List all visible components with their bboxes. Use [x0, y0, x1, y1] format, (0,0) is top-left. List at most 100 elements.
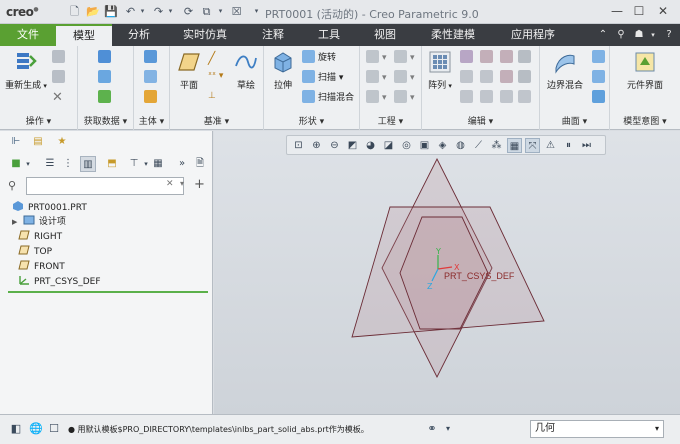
- fill-button[interactable]: [592, 50, 608, 66]
- windows-icon[interactable]: ⧉: [200, 5, 213, 18]
- tree-item-csys[interactable]: PRT_CSYS_DEF: [18, 275, 101, 289]
- search-icon[interactable]: ⚲: [614, 28, 628, 42]
- extend-button[interactable]: [480, 50, 496, 66]
- shrinkwrap-button[interactable]: [98, 90, 114, 106]
- maximize-icon[interactable]: ☐: [630, 3, 648, 19]
- tree-view-icon[interactable]: ▥: [80, 156, 96, 172]
- minimize-icon[interactable]: —: [608, 3, 626, 19]
- open-folder-icon[interactable]: 📂: [86, 5, 100, 18]
- regenerate-button[interactable]: 重新生成 ▾: [4, 50, 48, 91]
- help-hat-icon[interactable]: ☗: [632, 28, 646, 42]
- delete-button[interactable]: ✕: [52, 90, 63, 106]
- body-option-button[interactable]: [144, 90, 160, 106]
- intersect-button[interactable]: [500, 50, 516, 66]
- tab-file[interactable]: 文件: [0, 24, 56, 46]
- project-button[interactable]: [460, 90, 476, 106]
- copy-geometry-button[interactable]: [98, 70, 114, 86]
- offset-button[interactable]: [500, 70, 516, 86]
- split-button[interactable]: [518, 90, 534, 106]
- tab-applications[interactable]: 应用程序: [498, 24, 568, 46]
- close-icon[interactable]: ✕: [654, 3, 672, 19]
- tree-item-front[interactable]: FRONT: [18, 260, 65, 274]
- graphics-window[interactable]: ⊡ ⊕ ⊖ ◩ ◕ ◪ ◎ ▣ ◈ ◍ ⟋ ⁂ ▦ ⤧ ⚠ ⏸ ⏭ Y X Z …: [214, 131, 680, 414]
- hole-button[interactable]: ▾: [366, 50, 387, 66]
- expand-icon[interactable]: ▶: [12, 215, 20, 229]
- tab-tools[interactable]: 工具: [306, 24, 352, 46]
- clear-filter-icon[interactable]: ✕: [166, 179, 174, 189]
- tree-layout-icon[interactable]: ☰: [42, 156, 58, 172]
- tree-item-design-items[interactable]: ▶ 设计项: [12, 215, 66, 229]
- tree-item-right[interactable]: RIGHT: [18, 230, 62, 244]
- chamfer-button[interactable]: ▾: [366, 90, 387, 106]
- show-browser-icon[interactable]: 🌐: [28, 421, 44, 437]
- sweep-button[interactable]: 扫描 ▾: [302, 70, 343, 86]
- user-defined-feature-button[interactable]: [98, 50, 114, 66]
- solidify-button[interactable]: [518, 70, 534, 86]
- add-filter-icon[interactable]: +: [194, 177, 205, 192]
- folder-browser-tab-icon[interactable]: ▤: [30, 134, 46, 150]
- tab-model[interactable]: 模型: [56, 24, 112, 46]
- more-icon[interactable]: »: [174, 156, 190, 172]
- split-body-button[interactable]: [144, 70, 160, 86]
- pattern-button[interactable]: 阵列 ▾: [424, 50, 456, 91]
- undo-dropdown-icon[interactable]: ▾: [136, 5, 149, 18]
- tab-flexible-modeling[interactable]: 柔性建模: [418, 24, 488, 46]
- new-file-icon[interactable]: 🗋: [68, 5, 81, 18]
- full-screen-icon[interactable]: ☐: [46, 421, 62, 437]
- tree-settings-icon[interactable]: ▦: [150, 156, 166, 172]
- wrap-button[interactable]: [480, 90, 496, 106]
- component-interface-button[interactable]: 元件界面: [614, 50, 676, 91]
- revolve-button[interactable]: 旋转: [302, 50, 336, 66]
- tab-annotate[interactable]: 注释: [250, 24, 296, 46]
- rib-button[interactable]: ▾: [394, 70, 415, 86]
- find-dropdown-icon[interactable]: ▾: [440, 421, 456, 437]
- round-button[interactable]: ▾: [366, 70, 387, 86]
- shell-button[interactable]: ▾: [394, 50, 415, 66]
- model-tree-tab-icon[interactable]: ⊩: [8, 134, 24, 150]
- insert-here-indicator[interactable]: [8, 291, 208, 293]
- tree-properties-icon[interactable]: 🗎: [192, 156, 208, 172]
- selection-filter-select[interactable]: 几何 ▾: [530, 420, 664, 438]
- regenerate-icon[interactable]: ⟳: [182, 5, 195, 18]
- boundary-blend-button[interactable]: 边界混合: [542, 50, 588, 91]
- find-icon[interactable]: ⚭: [424, 421, 440, 437]
- help-icon[interactable]: ?: [662, 28, 676, 42]
- show-icon[interactable]: ⬒: [104, 156, 120, 172]
- axis-button[interactable]: ╱: [208, 50, 215, 66]
- collapse-ribbon-icon[interactable]: ⌃: [596, 28, 610, 42]
- freestyle-button[interactable]: [592, 90, 608, 106]
- redo-dropdown-icon[interactable]: ▾: [164, 5, 177, 18]
- tab-view[interactable]: 视图: [362, 24, 408, 46]
- tab-analysis[interactable]: 分析: [116, 24, 162, 46]
- tree-search-input[interactable]: [26, 177, 184, 195]
- show-navigator-icon[interactable]: ◧: [8, 421, 24, 437]
- remove-button[interactable]: [500, 90, 516, 106]
- thicken-button[interactable]: [518, 50, 534, 66]
- swept-blend-button[interactable]: 扫描混合: [302, 90, 354, 106]
- plane-button[interactable]: 平面: [172, 50, 206, 91]
- tree-item-top[interactable]: TOP: [18, 245, 52, 259]
- windows-dropdown-icon[interactable]: ▾: [214, 5, 227, 18]
- tab-live-simulation[interactable]: 实时仿真: [170, 24, 240, 46]
- csys-button[interactable]: ⊥: [208, 88, 216, 104]
- tree-item-part[interactable]: PRT0001.PRT: [12, 201, 87, 215]
- customize-toolbar-icon[interactable]: ▾: [250, 5, 263, 18]
- paste-button[interactable]: [52, 70, 68, 86]
- save-icon[interactable]: 💾: [104, 5, 118, 18]
- model-tree-dropdown-icon[interactable]: ▾: [20, 156, 36, 172]
- help-dropdown-icon[interactable]: ▾: [646, 28, 660, 42]
- draft-button[interactable]: ▾: [394, 90, 415, 106]
- tree-columns-icon[interactable]: ⋮: [60, 156, 76, 172]
- favorites-tab-icon[interactable]: ★: [54, 134, 70, 150]
- close-window-icon[interactable]: ☒: [230, 5, 243, 18]
- model-viewport[interactable]: Y X Z PRT_CSYS_DEF: [214, 131, 680, 414]
- point-button[interactable]: ˣˣ ▾: [208, 68, 223, 84]
- copy-button[interactable]: [52, 50, 68, 66]
- extrude-button[interactable]: 拉伸: [266, 50, 300, 91]
- filter-dropdown-icon[interactable]: ▾: [180, 179, 184, 188]
- body-button[interactable]: [144, 50, 160, 66]
- sketch-button[interactable]: 草绘: [230, 50, 262, 91]
- mirror-button[interactable]: [460, 50, 476, 66]
- merge-button[interactable]: [460, 70, 476, 86]
- trim-button[interactable]: [480, 70, 496, 86]
